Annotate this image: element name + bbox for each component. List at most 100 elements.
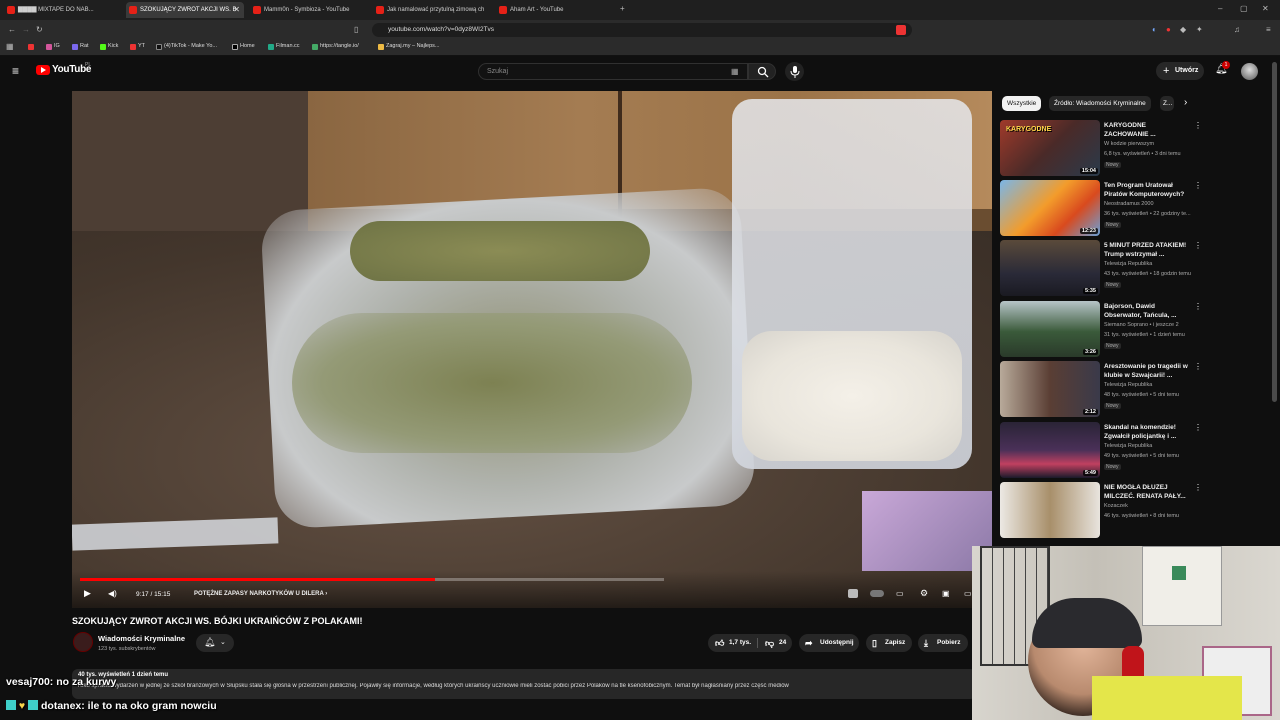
youtube-favicon-icon bbox=[253, 6, 261, 14]
more-options-icon[interactable]: ⋮ bbox=[1194, 483, 1202, 492]
settings-gear-icon[interactable]: ⚙ bbox=[920, 588, 928, 599]
bookmark-item[interactable]: https://tangle.io/ bbox=[312, 43, 359, 50]
url-field[interactable]: youtube.com/watch?v=0dyz8WI2Tvs bbox=[372, 23, 912, 37]
thumbnail[interactable]: 5:35 bbox=[1000, 240, 1100, 296]
recommendation-item[interactable]: 2:12 Aresztowanie po tragedii w klubie w… bbox=[1000, 361, 1202, 419]
autoplay-icon[interactable] bbox=[848, 589, 858, 598]
minimize-icon[interactable]: – bbox=[1218, 4, 1222, 13]
thumbnail[interactable]: KARYGODNE 15:04 bbox=[1000, 120, 1100, 176]
bookmark-icon[interactable]: ▯ bbox=[354, 25, 358, 34]
volume-icon[interactable]: ◀︎) bbox=[108, 589, 117, 598]
more-options-icon[interactable]: ⋮ bbox=[1194, 181, 1202, 190]
chip-more[interactable]: Z... bbox=[1160, 96, 1174, 111]
thumbnail[interactable]: 12:23 bbox=[1000, 180, 1100, 236]
new-badge: Nowy bbox=[1104, 162, 1121, 168]
autoplay-toggle[interactable] bbox=[870, 590, 884, 597]
reload-icon[interactable]: ↻ bbox=[36, 25, 43, 34]
bookmark-item[interactable]: Home bbox=[232, 43, 255, 50]
search-button[interactable] bbox=[748, 63, 776, 80]
channel-avatar[interactable] bbox=[73, 632, 93, 652]
browser-tab[interactable]: ▇▇▇▇ MIXTAPE DO NAB... bbox=[4, 2, 120, 18]
progress-bar[interactable] bbox=[80, 578, 664, 581]
extension-icon[interactable]: ◐ bbox=[1152, 25, 1157, 34]
webcam-overlay bbox=[972, 546, 1280, 720]
channel-name[interactable]: Wiadomości Kryminalne bbox=[98, 634, 185, 643]
subscriber-count: 123 tys. subskrybentów bbox=[98, 646, 156, 652]
more-options-icon[interactable]: ⋮ bbox=[1194, 423, 1202, 432]
thumbnail[interactable] bbox=[1000, 482, 1100, 538]
bookmark-item[interactable]: Zagraj.my – Najleps... bbox=[378, 43, 440, 50]
bell-icon: 🔔︎ bbox=[204, 637, 216, 647]
media-icon[interactable]: ♫ bbox=[1234, 25, 1240, 34]
back-icon[interactable]: ← bbox=[8, 25, 16, 34]
like-count[interactable]: 1,7 tys. bbox=[729, 634, 751, 652]
theater-mode-icon[interactable]: ▭ bbox=[964, 589, 972, 598]
extension-icon[interactable]: ◆ bbox=[1180, 25, 1186, 34]
bookmark-item[interactable]: Rat bbox=[72, 43, 89, 50]
rec-title: Bajorson, Dawid Obserwator, Tańcula, ... bbox=[1104, 303, 1177, 319]
keyboard-icon[interactable]: ▦ bbox=[731, 64, 739, 79]
search-input[interactable]: Szukaj ▦ bbox=[478, 63, 748, 80]
download-button[interactable]: ⤓ Pobierz bbox=[918, 634, 968, 652]
recommendation-item[interactable]: 3:26 Bajorson, Dawid Obserwator, Tańcula… bbox=[1000, 301, 1202, 359]
more-options-icon[interactable]: ⋮ bbox=[1194, 241, 1202, 250]
bag-right-contents bbox=[742, 331, 962, 461]
share-button[interactable]: ➦ Udostępnij bbox=[799, 634, 859, 652]
save-button[interactable]: ▯ Zapisz bbox=[866, 634, 912, 652]
more-options-icon[interactable]: ⋮ bbox=[1194, 362, 1202, 371]
chevron-right-icon[interactable]: › bbox=[1184, 97, 1187, 108]
subscribed-bell-button[interactable]: 🔔︎ ⌄ bbox=[196, 634, 234, 652]
browser-tab[interactable]: Mamm0n - Symbioza - YouTube bbox=[250, 2, 368, 18]
thumbs-down-icon[interactable]: 👎︎ bbox=[765, 634, 774, 652]
more-options-icon[interactable]: ⋮ bbox=[1194, 121, 1202, 130]
thumbnail[interactable]: 2:12 bbox=[1000, 361, 1100, 417]
bookmark-item[interactable]: Kick bbox=[100, 43, 118, 50]
browser-tab[interactable]: Jak namalować przytulną zimową ch bbox=[373, 2, 491, 18]
duration-badge: 15:04 bbox=[1079, 168, 1098, 174]
close-tab-icon[interactable]: ✕ bbox=[233, 2, 240, 18]
create-button[interactable]: + Utwórz bbox=[1156, 62, 1204, 80]
recommendation-item[interactable]: 5:49 Skandal na komendzie! Zgwałcił poli… bbox=[1000, 422, 1202, 480]
brave-shield-icon[interactable] bbox=[896, 25, 906, 35]
apps-grid-icon[interactable]: ▦ bbox=[6, 42, 14, 51]
chip-all[interactable]: Wszystkie bbox=[1002, 96, 1042, 111]
rec-title: NIE MOGŁA DŁUŻEJ MILCZEĆ. RENATA PAŁY... bbox=[1104, 484, 1186, 500]
forward-icon[interactable]: → bbox=[22, 25, 30, 34]
recommendation-item[interactable]: 12:23 Ten Program Uratował Piratów Kompu… bbox=[1000, 180, 1202, 238]
close-window-icon[interactable]: ✕ bbox=[1262, 4, 1269, 13]
new-tab-icon[interactable]: + bbox=[620, 4, 625, 13]
browser-tab-active[interactable]: SZOKUJĄCY ZWROT AKCJI WS. B ✕ bbox=[126, 2, 244, 18]
bookmark-icon: ▯ bbox=[872, 638, 877, 648]
recommendation-item[interactable]: KARYGODNE 15:04 KARYGODNE ZACHOWANIE ...… bbox=[1000, 120, 1202, 178]
youtube-header: ≡ YouTube PL Szukaj ▦ + Utwórz 🔔︎ 1 bbox=[0, 56, 1280, 86]
chapter-title[interactable]: POTĘŻNE ZAPASY NARKOTYKÓW U DILERA › bbox=[194, 591, 327, 597]
extension-icon[interactable]: ● bbox=[1166, 25, 1171, 34]
description-box[interactable]: 40 tys. wyświetleń 1 dzień temu roku spr… bbox=[72, 669, 976, 699]
recommendation-item[interactable]: 5:35 5 MINUT PRZED ATAKIEM! Trump wstrzy… bbox=[1000, 240, 1202, 298]
page-scrollbar[interactable] bbox=[1272, 62, 1277, 402]
extensions-puzzle-icon[interactable]: ✦ bbox=[1196, 25, 1203, 34]
video-player[interactable]: ▶ ◀︎) 9:17 / 15:15 POTĘŻNE ZAPASY NARKOT… bbox=[72, 91, 992, 608]
browser-tab[interactable]: Aham Art - YouTube bbox=[496, 2, 614, 18]
recommendation-item[interactable]: NIE MOGŁA DŁUŻEJ MILCZEĆ. RENATA PAŁY...… bbox=[1000, 482, 1202, 540]
more-options-icon[interactable]: ⋮ bbox=[1194, 302, 1202, 311]
thumbnail[interactable]: 3:26 bbox=[1000, 301, 1100, 357]
miniplayer-icon[interactable]: ▣ bbox=[942, 589, 950, 598]
play-icon[interactable]: ▶ bbox=[84, 588, 91, 599]
maximize-icon[interactable]: ▢ bbox=[1240, 4, 1248, 13]
bookmark-item[interactable]: IG bbox=[46, 43, 60, 50]
hamburger-menu-icon[interactable]: ≡ bbox=[12, 64, 19, 78]
share-icon: ➦ bbox=[805, 638, 813, 648]
rec-views: 36 tys. wyświetleń • 22 godziny te... bbox=[1104, 211, 1191, 217]
bookmark-item[interactable]: Filman.cc bbox=[268, 43, 300, 50]
voice-search-button[interactable] bbox=[785, 62, 804, 81]
menu-icon[interactable]: ≡ bbox=[1266, 25, 1271, 34]
bookmark-item[interactable]: YT bbox=[130, 43, 145, 50]
chip-source[interactable]: Źródło: Wiadomości Kryminalne bbox=[1049, 96, 1151, 111]
subtitles-icon[interactable]: ▭ bbox=[896, 589, 904, 598]
thumbs-up-icon[interactable]: 👍︎ bbox=[715, 634, 724, 652]
thumbnail[interactable]: 5:49 bbox=[1000, 422, 1100, 478]
youtube-logo-icon[interactable] bbox=[36, 65, 50, 75]
avatar[interactable] bbox=[1241, 63, 1258, 80]
bookmark-item[interactable]: (4)TikTok - Make Yo... bbox=[156, 43, 217, 50]
